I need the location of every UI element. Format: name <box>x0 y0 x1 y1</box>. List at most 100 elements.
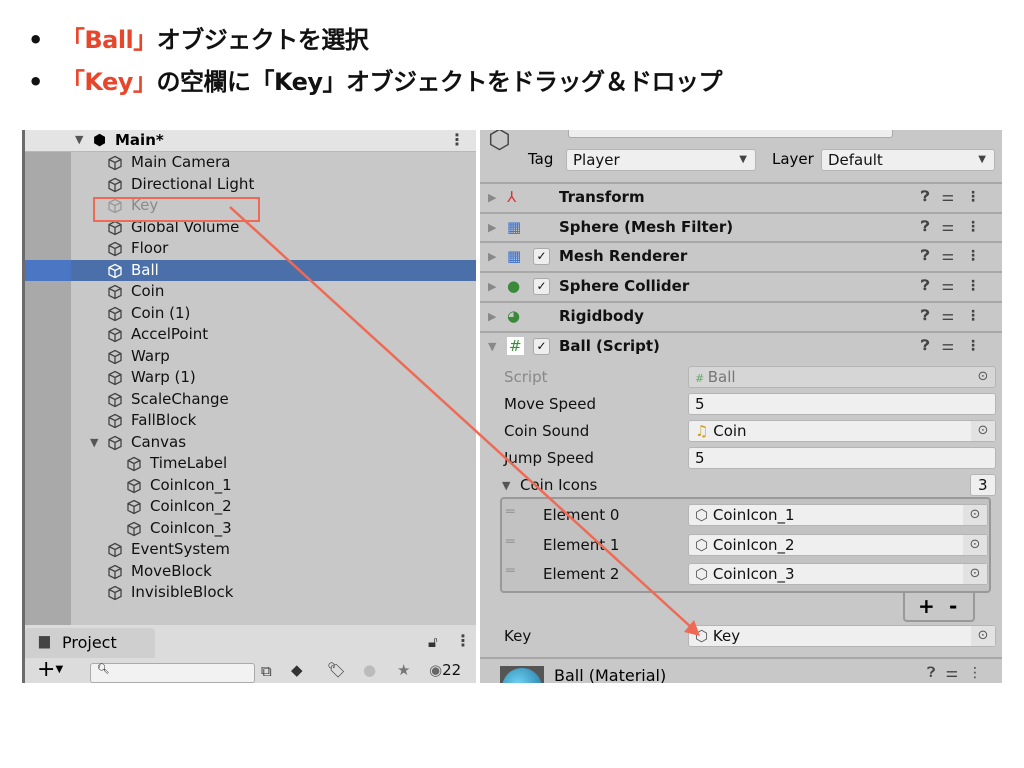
scene-header[interactable]: ▼ ⬢ Main* ⋮ <box>25 130 476 152</box>
component-header[interactable]: ▼ # ✓ Ball (Script) ❓︎⚌⋮ <box>480 330 1002 360</box>
collapse-arrow-icon[interactable]: ▶ <box>488 214 496 241</box>
component-controls[interactable]: ❓︎⚌⋮ <box>921 243 992 270</box>
component-controls[interactable]: ❓︎⚌⋮ <box>927 665 992 681</box>
gameobject-icon[interactable]: ⬡ <box>488 130 511 155</box>
row-gutter <box>25 496 71 517</box>
object-picker-icon[interactable]: ⊙ <box>971 626 995 646</box>
row-gutter <box>25 367 71 388</box>
material-preview <box>500 666 544 683</box>
object-picker-icon[interactable]: ⊙ <box>963 505 987 525</box>
component-controls[interactable]: ❓︎⚌⋮ <box>921 273 992 300</box>
mesh-filter-icon: ▦ <box>507 217 522 236</box>
tag-dropdown[interactable]: Player ▼ <box>566 149 756 171</box>
component-header[interactable]: ▶ ● ✓ Sphere Collider ❓︎⚌⋮ <box>480 271 1002 300</box>
hierarchy-item[interactable]: CoinIcon_2 <box>25 496 476 517</box>
hierarchy-item[interactable]: CoinIcon_3 <box>25 518 476 539</box>
row-gutter <box>25 174 71 195</box>
remove-element-button[interactable]: - <box>949 593 957 619</box>
component-header[interactable]: ▶ ▦ ✓ Mesh Renderer ❓︎⚌⋮ <box>480 241 1002 270</box>
expand-arrow-icon[interactable]: ▼ <box>488 333 496 360</box>
lock-icon[interactable]: 🔓︎ <box>428 633 438 651</box>
enabled-checkbox[interactable]: ✓ <box>533 278 550 296</box>
enabled-checkbox[interactable]: ✓ <box>533 337 550 355</box>
collapse-arrow-icon[interactable]: ▶ <box>488 303 496 330</box>
add-icon[interactable]: +▼ <box>37 659 63 681</box>
object-picker-icon[interactable]: ⊙ <box>971 421 995 441</box>
key-field[interactable]: ⬡ Key ⊙ <box>688 625 996 647</box>
popout-icon[interactable]: ⧉ <box>261 662 272 680</box>
component-header[interactable]: ▶ ◕ Rigidbody ❓︎⚌⋮ <box>480 300 1002 330</box>
hierarchy-item[interactable]: EventSystem <box>25 539 476 560</box>
add-element-button[interactable]: + <box>918 593 935 619</box>
hierarchy-item[interactable]: Ball <box>25 259 476 281</box>
hierarchy-item[interactable]: Coin <box>25 281 476 302</box>
hierarchy-item[interactable]: ScaleChange <box>25 389 476 410</box>
gameobject-icon <box>107 349 123 365</box>
warning-icon[interactable]: ● <box>363 661 376 679</box>
hierarchy-item[interactable]: InvisibleBlock <box>25 582 476 603</box>
hierarchy-item[interactable]: AccelPoint <box>25 324 476 345</box>
hierarchy-item[interactable]: Floor <box>25 238 476 259</box>
collapse-arrow-icon[interactable]: ▶ <box>488 184 496 211</box>
row-gutter <box>25 303 71 324</box>
array-size-input[interactable]: 3 <box>970 474 996 496</box>
drag-handle-icon[interactable]: ═ <box>506 534 514 550</box>
component-header[interactable]: ▶ ⅄ Transform ❓︎⚌⋮ <box>480 182 1002 211</box>
hierarchy-item[interactable]: ▼ Canvas <box>25 432 476 453</box>
tag-icon[interactable]: 🏷︎ <box>327 661 346 679</box>
component-controls[interactable]: ❓︎⚌⋮ <box>921 184 992 211</box>
component-header[interactable]: ▶ ▦ Sphere (Mesh Filter) ❓︎⚌⋮ <box>480 211 1002 241</box>
star-icon[interactable]: ★ <box>397 661 410 679</box>
eye-icon[interactable]: ◉22 <box>429 661 461 679</box>
object-picker-icon[interactable]: ⊙ <box>963 564 987 584</box>
more-icon[interactable]: ⋮ <box>449 130 465 149</box>
hierarchy-item[interactable]: Coin (1) <box>25 303 476 324</box>
search-input[interactable]: 🔍︎ <box>90 663 255 683</box>
gameobject-icon <box>107 413 123 429</box>
name-field[interactable] <box>568 130 893 138</box>
more-icon[interactable]: ⋮ <box>455 631 471 650</box>
expand-arrow-icon[interactable]: ▼ <box>502 479 510 492</box>
collapse-arrow-icon[interactable]: ▶ <box>488 243 496 270</box>
hierarchy-item[interactable]: Warp (1) <box>25 367 476 388</box>
expand-arrow-icon[interactable]: ▼ <box>75 133 83 146</box>
project-panel: ▆ Project 🔓︎ ⋮ +▼ 🔍︎ ⧉ ◆ 🏷︎ ● ★ ◉22 <box>25 625 476 683</box>
collapse-arrow-icon[interactable]: ▶ <box>488 273 496 300</box>
component-controls[interactable]: ❓︎⚌⋮ <box>921 333 992 360</box>
material-header[interactable]: Ball (Material) ❓︎⚌⋮ <box>480 657 1002 683</box>
enabled-checkbox[interactable]: ✓ <box>533 248 550 266</box>
shapes-icon[interactable]: ◆ <box>291 661 303 679</box>
element-field[interactable]: ⬡ CoinIcon_3 ⊙ <box>688 563 988 585</box>
scene-name: Main* <box>115 131 164 149</box>
rigidbody-icon: ◕ <box>507 306 521 325</box>
row-gutter <box>25 432 71 453</box>
hierarchy-item[interactable]: Directional Light <box>25 174 476 195</box>
hierarchy-item[interactable]: CoinIcon_1 <box>25 475 476 496</box>
component-controls[interactable]: ❓︎⚌⋮ <box>921 214 992 241</box>
audio-icon: ♫ <box>695 422 714 440</box>
drag-handle-icon[interactable]: ═ <box>506 504 514 520</box>
row-gutter <box>25 453 71 474</box>
layer-dropdown[interactable]: Default ▼ <box>821 149 995 171</box>
hierarchy-item[interactable]: FallBlock <box>25 410 476 431</box>
hierarchy-item[interactable]: Warp <box>25 346 476 367</box>
row-gutter <box>25 217 71 238</box>
cube-icon: ⬡ <box>695 627 713 645</box>
hierarchy-item[interactable]: MoveBlock <box>25 561 476 582</box>
component-controls[interactable]: ❓︎⚌⋮ <box>921 303 992 330</box>
gameobject-icon <box>107 435 123 451</box>
tab-project[interactable]: ▆ Project <box>25 628 155 658</box>
coin-sound-field[interactable]: ♫ Coin ⊙ <box>688 420 996 442</box>
object-picker-icon[interactable]: ⊙ <box>963 534 987 555</box>
row-gutter <box>25 582 71 603</box>
hierarchy-item[interactable]: TimeLabel <box>25 453 476 474</box>
element-field[interactable]: ⬡ CoinIcon_2 ⊙ <box>688 533 988 556</box>
gameobject-icon <box>126 499 142 515</box>
jump-speed-input[interactable]: 5 <box>688 447 996 469</box>
drag-handle-icon[interactable]: ═ <box>506 563 514 579</box>
expand-arrow-icon[interactable]: ▼ <box>90 432 98 453</box>
hierarchy-item[interactable]: Main Camera <box>25 152 476 173</box>
element-field[interactable]: ⬡ CoinIcon_1 ⊙ <box>688 504 988 526</box>
gameobject-icon <box>126 478 142 494</box>
move-speed-input[interactable]: 5 <box>688 393 996 415</box>
